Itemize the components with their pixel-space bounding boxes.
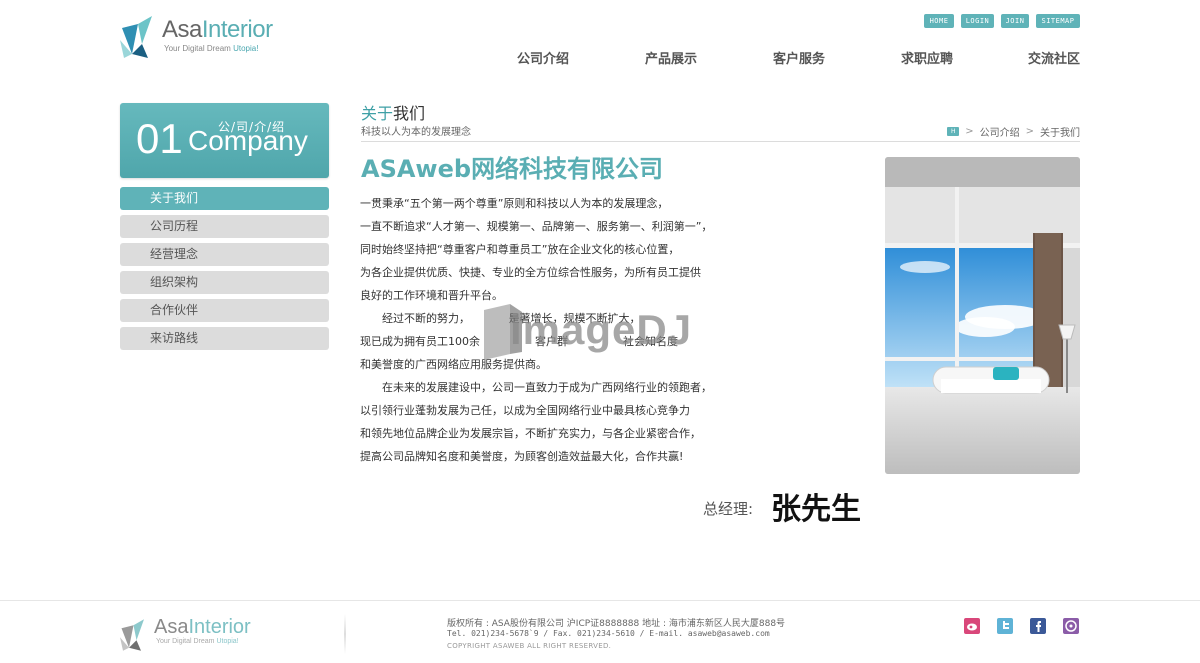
watermark: imageDJ [480, 302, 720, 362]
footer-company-info: 版权所有 : ASA股份有限公司 沪ICP证8888888 地址 : 海市浦东新… [447, 619, 786, 629]
signature-label: 总经理: [703, 500, 754, 518]
chevron-right-icon: > [965, 126, 974, 137]
home-link[interactable]: HOME [924, 14, 954, 28]
section-banner: 01 公/司/介/绍 Company [120, 103, 329, 178]
footer-copyright: COPYRIGHT ASAWEB ALL RIGHT RESERVED. [447, 642, 612, 650]
footer-logo-mark-icon [120, 619, 144, 651]
page-title: 关于我们 [361, 100, 425, 124]
page-subtitle: 科技以人为本的发展理念 [361, 127, 471, 138]
paragraph-line: 和领先地位品牌企业为发展宗旨，不断扩充实力，与各企业紧密合作， [360, 427, 701, 440]
logo-mark-icon [120, 16, 152, 58]
page-title-rest: 我们 [393, 104, 426, 123]
footer-contact-info: Tel. 021)234-5678`9 / Fax. 021)234-5610 … [447, 629, 770, 638]
weibo-icon[interactable] [964, 618, 980, 634]
nav-customer-service[interactable]: 客户服务 [773, 48, 825, 67]
breadcrumb: H > 公司介绍 > 关于我们 [947, 124, 1080, 139]
paragraph-line: 一直不断追求“人才第一、规模第一、品牌第一、服务第一、利润第一”， [360, 220, 713, 233]
tagline-accent: Utopia! [233, 44, 259, 53]
interior-photo [885, 157, 1080, 474]
login-link[interactable]: LOGIN [961, 14, 994, 28]
footer-tagline-accent: Utopia! [216, 638, 239, 645]
sidebar-item-philosophy[interactable]: 经营理念 [120, 243, 329, 266]
brand-name: AsaInterior [162, 16, 273, 43]
footer-vertical-divider [344, 614, 346, 654]
paragraph-line: 在未来的发展建设中，公司一直致力于成为广西网络行业的领跑者， [360, 381, 712, 394]
site-logo[interactable]: AsaInterior Your Digital Dream Utopia! [120, 14, 290, 60]
sidebar-item-about-us[interactable]: 关于我们 [120, 187, 329, 210]
twitter-icon[interactable] [997, 618, 1013, 634]
footer-tagline-text: Your Digital Dream [156, 638, 217, 645]
nav-company-intro[interactable]: 公司介绍 [517, 48, 569, 67]
sitemap-link[interactable]: SITEMAP [1036, 14, 1080, 28]
paragraph-line: 以引领行业蓬勃发展为己任，以成为全国网络行业中最具核心竞争力 [360, 404, 690, 417]
page-title-accent: 关于 [361, 104, 394, 123]
nav-community[interactable]: 交流社区 [1028, 48, 1080, 67]
footer-divider [0, 600, 1200, 601]
chevron-right-icon: > [1025, 126, 1034, 137]
nav-products[interactable]: 产品展示 [645, 48, 697, 67]
paragraph-line: 同时始终坚持把“尊重客户和尊重员工”放在企业文化的核心位置， [360, 243, 680, 256]
paragraph-line: 提高公司品牌知名度和美誉度，为顾客创造效益最大化，合作共赢! [360, 450, 684, 463]
paragraph-line: 一贯秉承“五个第一两个尊重”原则和科技以人为本的发展理念， [360, 197, 669, 210]
footer-tagline: Your Digital Dream Utopia! [156, 638, 239, 645]
sidebar-item-directions[interactable]: 来访路线 [120, 327, 329, 350]
banner-number: 01 [136, 115, 183, 162]
banner-en-title: Company [188, 125, 308, 156]
company-name: ASAweb网络科技有限公司 [361, 155, 664, 183]
breadcrumb-item[interactable]: 公司介绍 [980, 124, 1020, 139]
watermark-text: imageDJ [510, 306, 693, 353]
home-icon[interactable]: H [947, 127, 960, 136]
footer-brand-name: AsaInterior [154, 616, 251, 638]
sidebar-item-partners[interactable]: 合作伙伴 [120, 299, 329, 322]
heading-divider [361, 141, 1080, 142]
paragraph-line: 为各企业提供优质、快捷、专业的全方位综合性服务，为所有员工提供 [360, 266, 701, 279]
tagline-text: Your Digital Dream [164, 44, 234, 53]
sidebar-item-organization[interactable]: 组织架构 [120, 271, 329, 294]
brand-tagline: Your Digital Dream Utopia! [164, 44, 258, 53]
facebook-icon[interactable] [1030, 618, 1046, 634]
chat-icon[interactable] [1063, 618, 1079, 634]
nav-careers[interactable]: 求职应聘 [901, 48, 953, 67]
footer-logo[interactable]: AsaInterior Your Digital Dream Utopia! [120, 614, 350, 656]
signature-name: 张先生 [771, 492, 861, 527]
sidebar-item-history[interactable]: 公司历程 [120, 215, 329, 238]
join-link[interactable]: JOIN [1001, 14, 1029, 28]
paragraph-line: 良好的工作环境和晋升平台。 [360, 289, 503, 302]
breadcrumb-current: 关于我们 [1040, 128, 1080, 139]
